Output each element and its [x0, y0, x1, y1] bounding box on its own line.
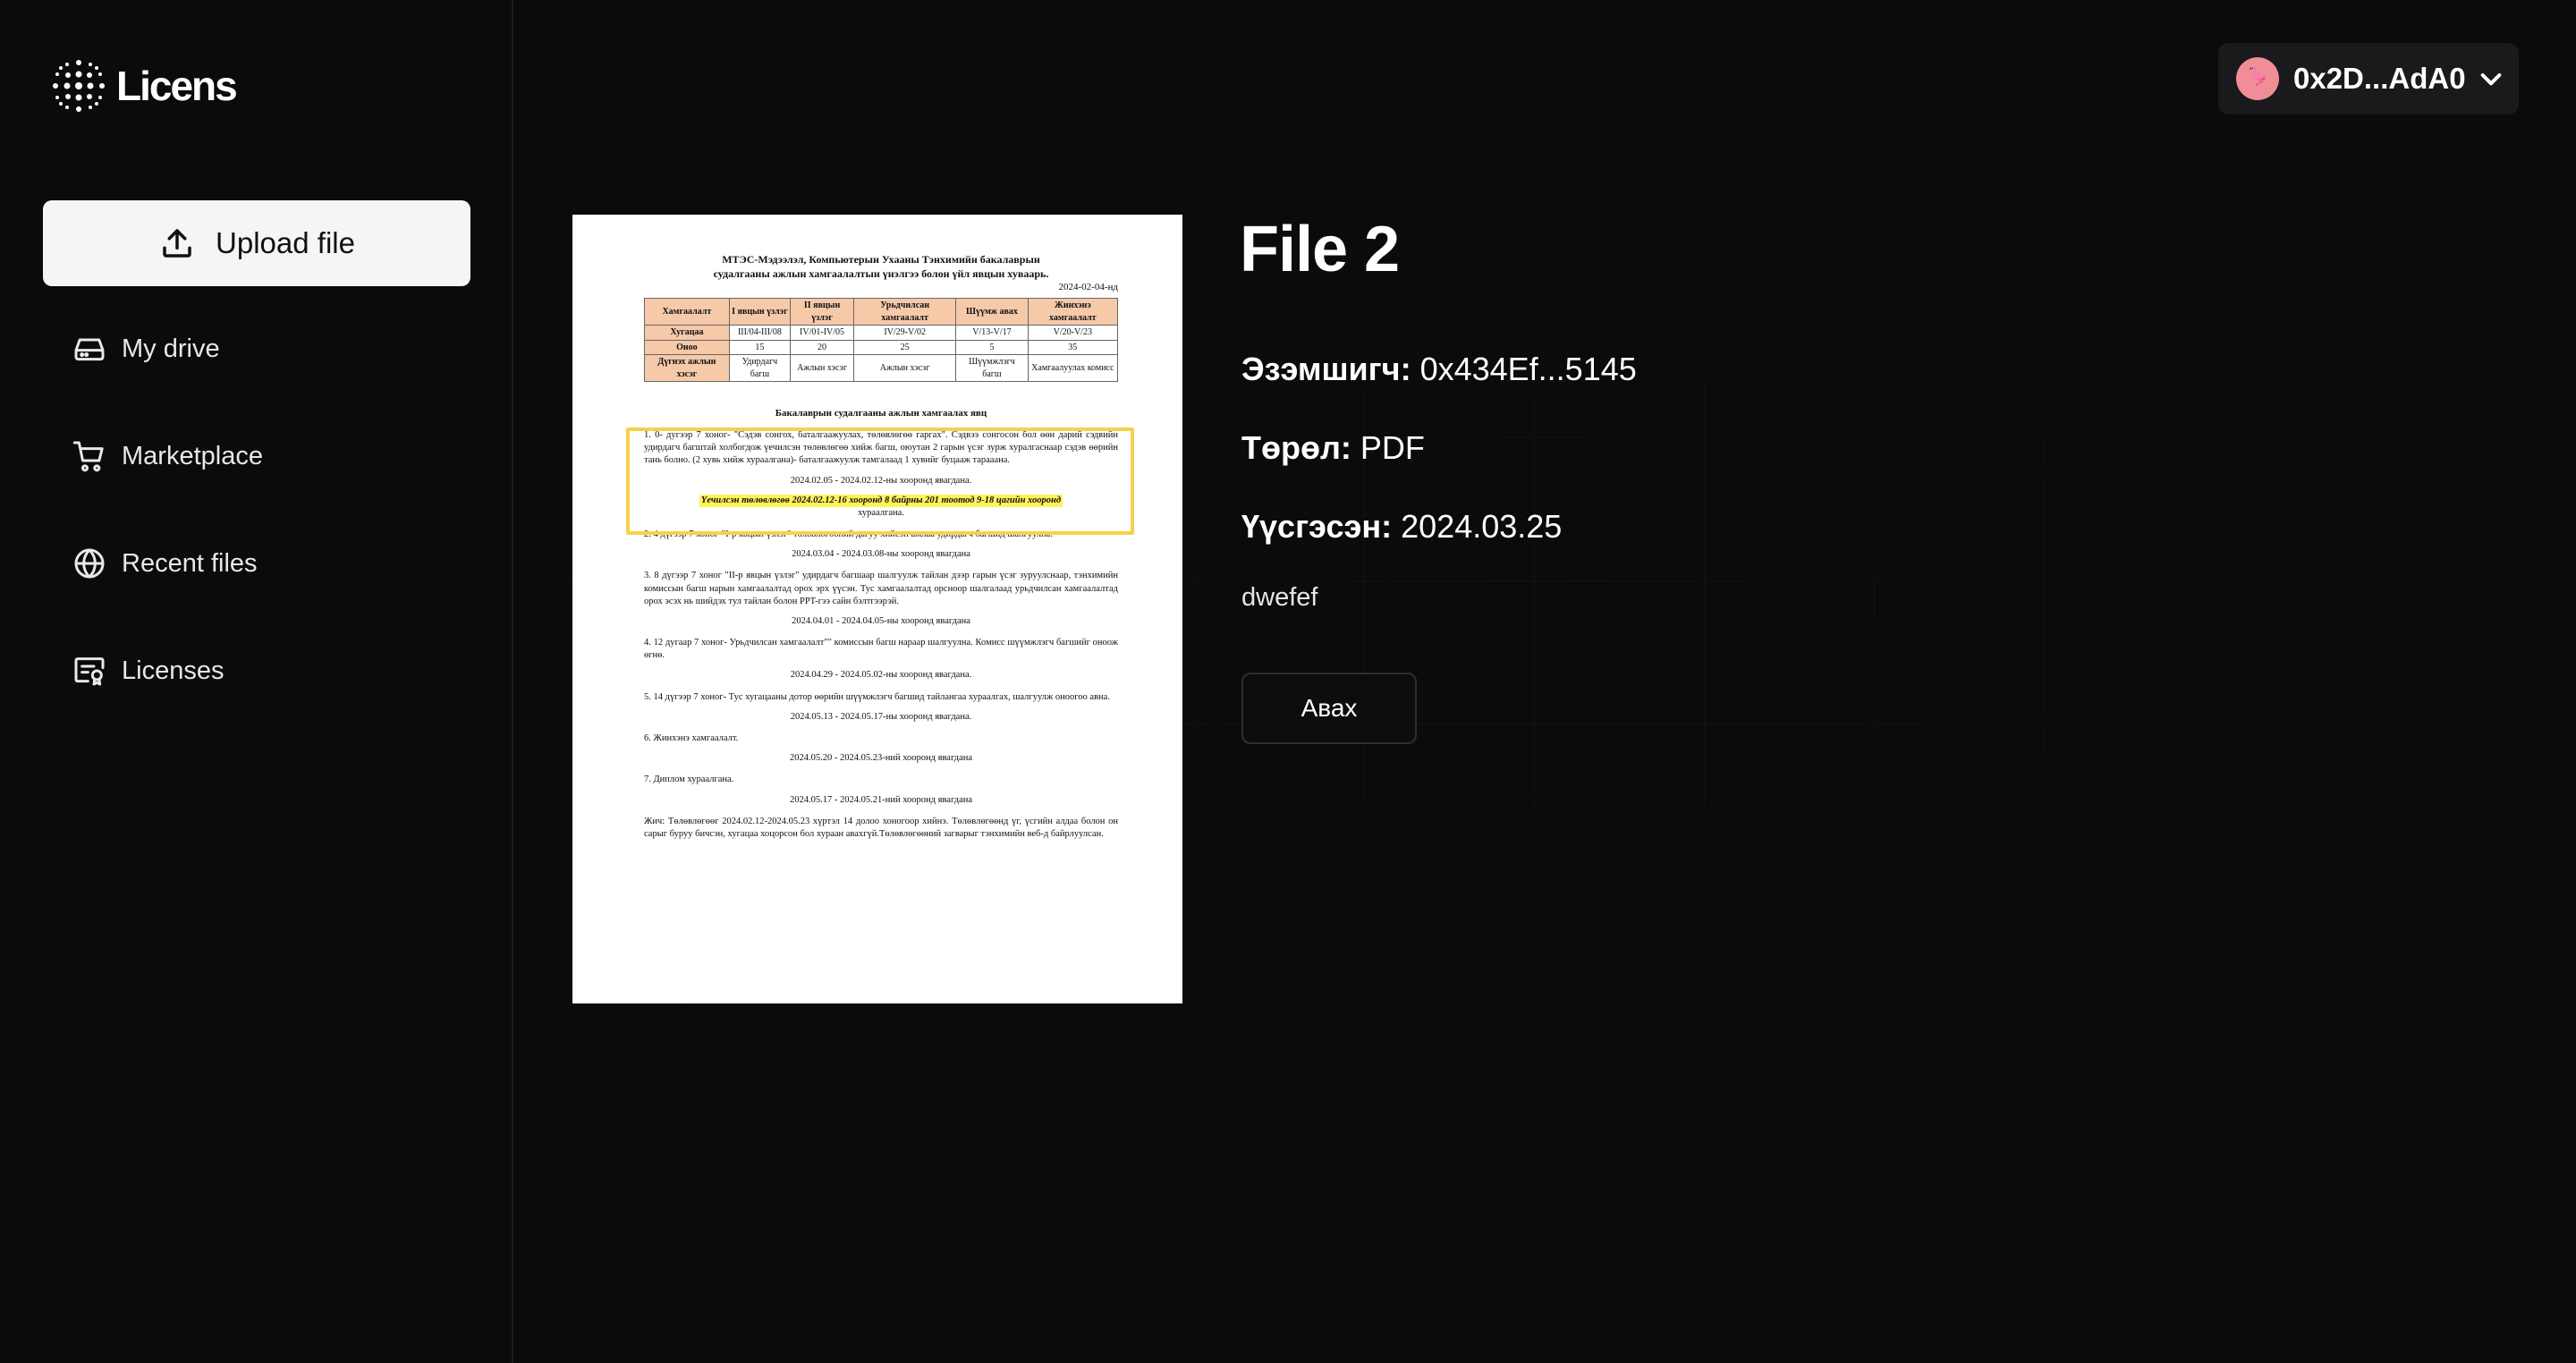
- flamingo-icon: 🦩: [2244, 66, 2271, 91]
- doc-paragraph: 5. 14 дүгээр 7 хоног- Тус хугацааны дото…: [644, 691, 1110, 702]
- doc-title-line-1: МТЭС-Мэдээлэл, Компьютерын Ухааны Тэнхим…: [722, 253, 1040, 266]
- chevron-down-icon: [2480, 73, 2501, 86]
- doc-paragraph: 6. Жинхэнэ хамгаалалт.: [644, 732, 739, 743]
- doc-date-line: 2024.03.04 - 2024.03.08-ны хооронд явагд…: [792, 549, 970, 560]
- cart-icon: [72, 441, 104, 472]
- doc-paragraph: 4. 12 дугаар 7 хоног- Урьдчилсан хамгаал…: [644, 638, 1118, 661]
- upload-file-label: Upload file: [216, 226, 355, 259]
- wallet-address: 0x2D...AdA0: [2293, 62, 2466, 95]
- sidebar-nav: My drive Marketplace Recent files Licens…: [72, 322, 263, 751]
- sidebar-item-label: Marketplace: [122, 441, 263, 470]
- table-row: Дүгнэх ажлын хэсэг Удирдагч багш Ажлын х…: [644, 354, 1119, 383]
- table-header-row: Хамгаалалт I явцын үзлэг II явцын үзлэг …: [644, 298, 1119, 326]
- table-header-cell: I явцын үзлэг: [728, 298, 792, 326]
- table-cell: Оноо: [644, 339, 730, 356]
- created-value: 2024.03.25: [1401, 508, 1563, 545]
- schedule-table: Хамгаалалт I явцын үзлэг II явцын үзлэг …: [644, 298, 1119, 383]
- sidebar-item-recent-files[interactable]: Recent files: [72, 537, 263, 590]
- upload-file-button[interactable]: Upload file: [43, 200, 470, 286]
- table-cell: Хугацаа: [644, 325, 730, 341]
- created-label: Үүсгэсэн:: [1241, 508, 1393, 545]
- table-row: Хугацаа III/04-III/08 IV/01-IV/05 IV/29-…: [644, 325, 1119, 341]
- table-cell: V/13-V/17: [955, 325, 1029, 341]
- file-created: Үүсгэсэн: 2024.03.25: [1241, 508, 1562, 546]
- file-preview[interactable]: МТЭС-Мэдээлэл, Компьютерын Ухааны Тэнхим…: [572, 215, 1182, 1003]
- table-cell: IV/29-V/02: [853, 325, 957, 341]
- doc-date-line: 2024.05.17 - 2024.05.21-ний хооронд яваг…: [789, 794, 973, 805]
- file-type: Төрөл: PDF: [1241, 429, 1425, 467]
- table-header-cell: Урьдчилсан хамгаалалт: [853, 298, 957, 326]
- table-cell: 35: [1027, 339, 1119, 356]
- table-row: Оноо 15 20 25 5 35: [644, 339, 1119, 356]
- type-label: Төрөл:: [1241, 429, 1352, 466]
- file-owner: Эзэмшигч: 0x434Ef...5145: [1241, 351, 1637, 388]
- sidebar-item-marketplace[interactable]: Marketplace: [72, 429, 263, 483]
- app-name: Licens: [116, 63, 238, 109]
- drive-icon: [74, 338, 105, 361]
- upload-icon: [163, 229, 191, 258]
- sidebar-item-label: My drive: [122, 334, 220, 363]
- globe-icon: [74, 548, 105, 579]
- table-cell: Удирдагч багш: [728, 354, 792, 383]
- avatar: 🦩: [2236, 57, 2279, 100]
- doc-date-line: 2024.04.29 - 2024.05.02-ны хооронд явагд…: [790, 670, 972, 681]
- doc-date: 2024-02-04-нд: [1058, 282, 1118, 293]
- table-cell: V/20-V/23: [1027, 325, 1119, 341]
- table-header-cell: Хамгаалалт: [644, 298, 730, 326]
- doc-paragraph: 7. Диплом хураалгана.: [644, 775, 734, 785]
- table-header-cell: Шүүмж авах: [955, 298, 1029, 326]
- table-cell: Хамгаалуулах комисс: [1027, 354, 1119, 383]
- table-header-cell: Жинхэнэ хамгаалалт: [1027, 298, 1119, 326]
- doc-subtitle: Бакалаврын судалгааны ажлын хамгаалах яв…: [775, 408, 987, 419]
- license-icon: [74, 657, 105, 686]
- doc-date-line: 2024.05.20 - 2024.05.23-ний хооронд яваг…: [789, 753, 973, 764]
- type-value: PDF: [1360, 429, 1425, 466]
- table-cell: 25: [853, 339, 957, 356]
- owner-label: Эзэмшигч:: [1241, 351, 1411, 387]
- doc-paragraph: 3. 8 дүгээр 7 хоног "II-р явцын үзлэг" у…: [644, 571, 1118, 606]
- sidebar-item-my-drive[interactable]: My drive: [72, 322, 263, 376]
- sidebar-item-licenses[interactable]: Licenses: [72, 644, 263, 698]
- table-cell: IV/01-IV/05: [790, 325, 855, 341]
- logo-dots-icon: [53, 60, 105, 112]
- table-cell: Ажлын хэсэг: [790, 354, 855, 383]
- table-cell: 20: [790, 339, 855, 356]
- sidebar: Licens Upload file My drive Marketplace …: [0, 0, 513, 1363]
- document-page: МТЭС-Мэдээлэл, Компьютерын Ухааны Тэнхим…: [644, 252, 1119, 841]
- file-title: File 2: [1240, 214, 1400, 285]
- table-cell: 5: [955, 339, 1029, 356]
- table-cell: 15: [728, 339, 792, 356]
- table-cell: III/04-III/08: [728, 325, 792, 341]
- table-header-cell: II явцын үзлэг: [790, 298, 855, 326]
- owner-value: 0x434Ef...5145: [1419, 351, 1637, 387]
- sidebar-item-label: Licenses: [122, 656, 225, 685]
- buy-button[interactable]: Авах: [1241, 673, 1417, 744]
- file-description: dwefef: [1241, 583, 1318, 612]
- table-cell: Ажлын хэсэг: [853, 354, 957, 383]
- app-logo[interactable]: Licens: [50, 54, 238, 118]
- sidebar-item-label: Recent files: [122, 548, 258, 578]
- doc-date-line: 2024.04.01 - 2024.04.05-ны хооронд явагд…: [792, 615, 970, 626]
- wallet-button[interactable]: 🦩 0x2D...AdA0: [2218, 43, 2519, 114]
- highlight-box: [626, 428, 1134, 535]
- table-cell: Дүгнэх ажлын хэсэг: [644, 354, 730, 383]
- table-cell: Шүүмжлэгч багш: [955, 354, 1029, 383]
- doc-date-line: 2024.05.13 - 2024.05.17-ны хооронд явагд…: [790, 711, 972, 722]
- doc-note: Жич: Төлөвлөгөөг 2024.02.12-2024.05.23 х…: [644, 816, 1118, 839]
- doc-title-line-2: судалгааны ажлын хамгаалалтын үнэлгээ бо…: [713, 267, 1049, 281]
